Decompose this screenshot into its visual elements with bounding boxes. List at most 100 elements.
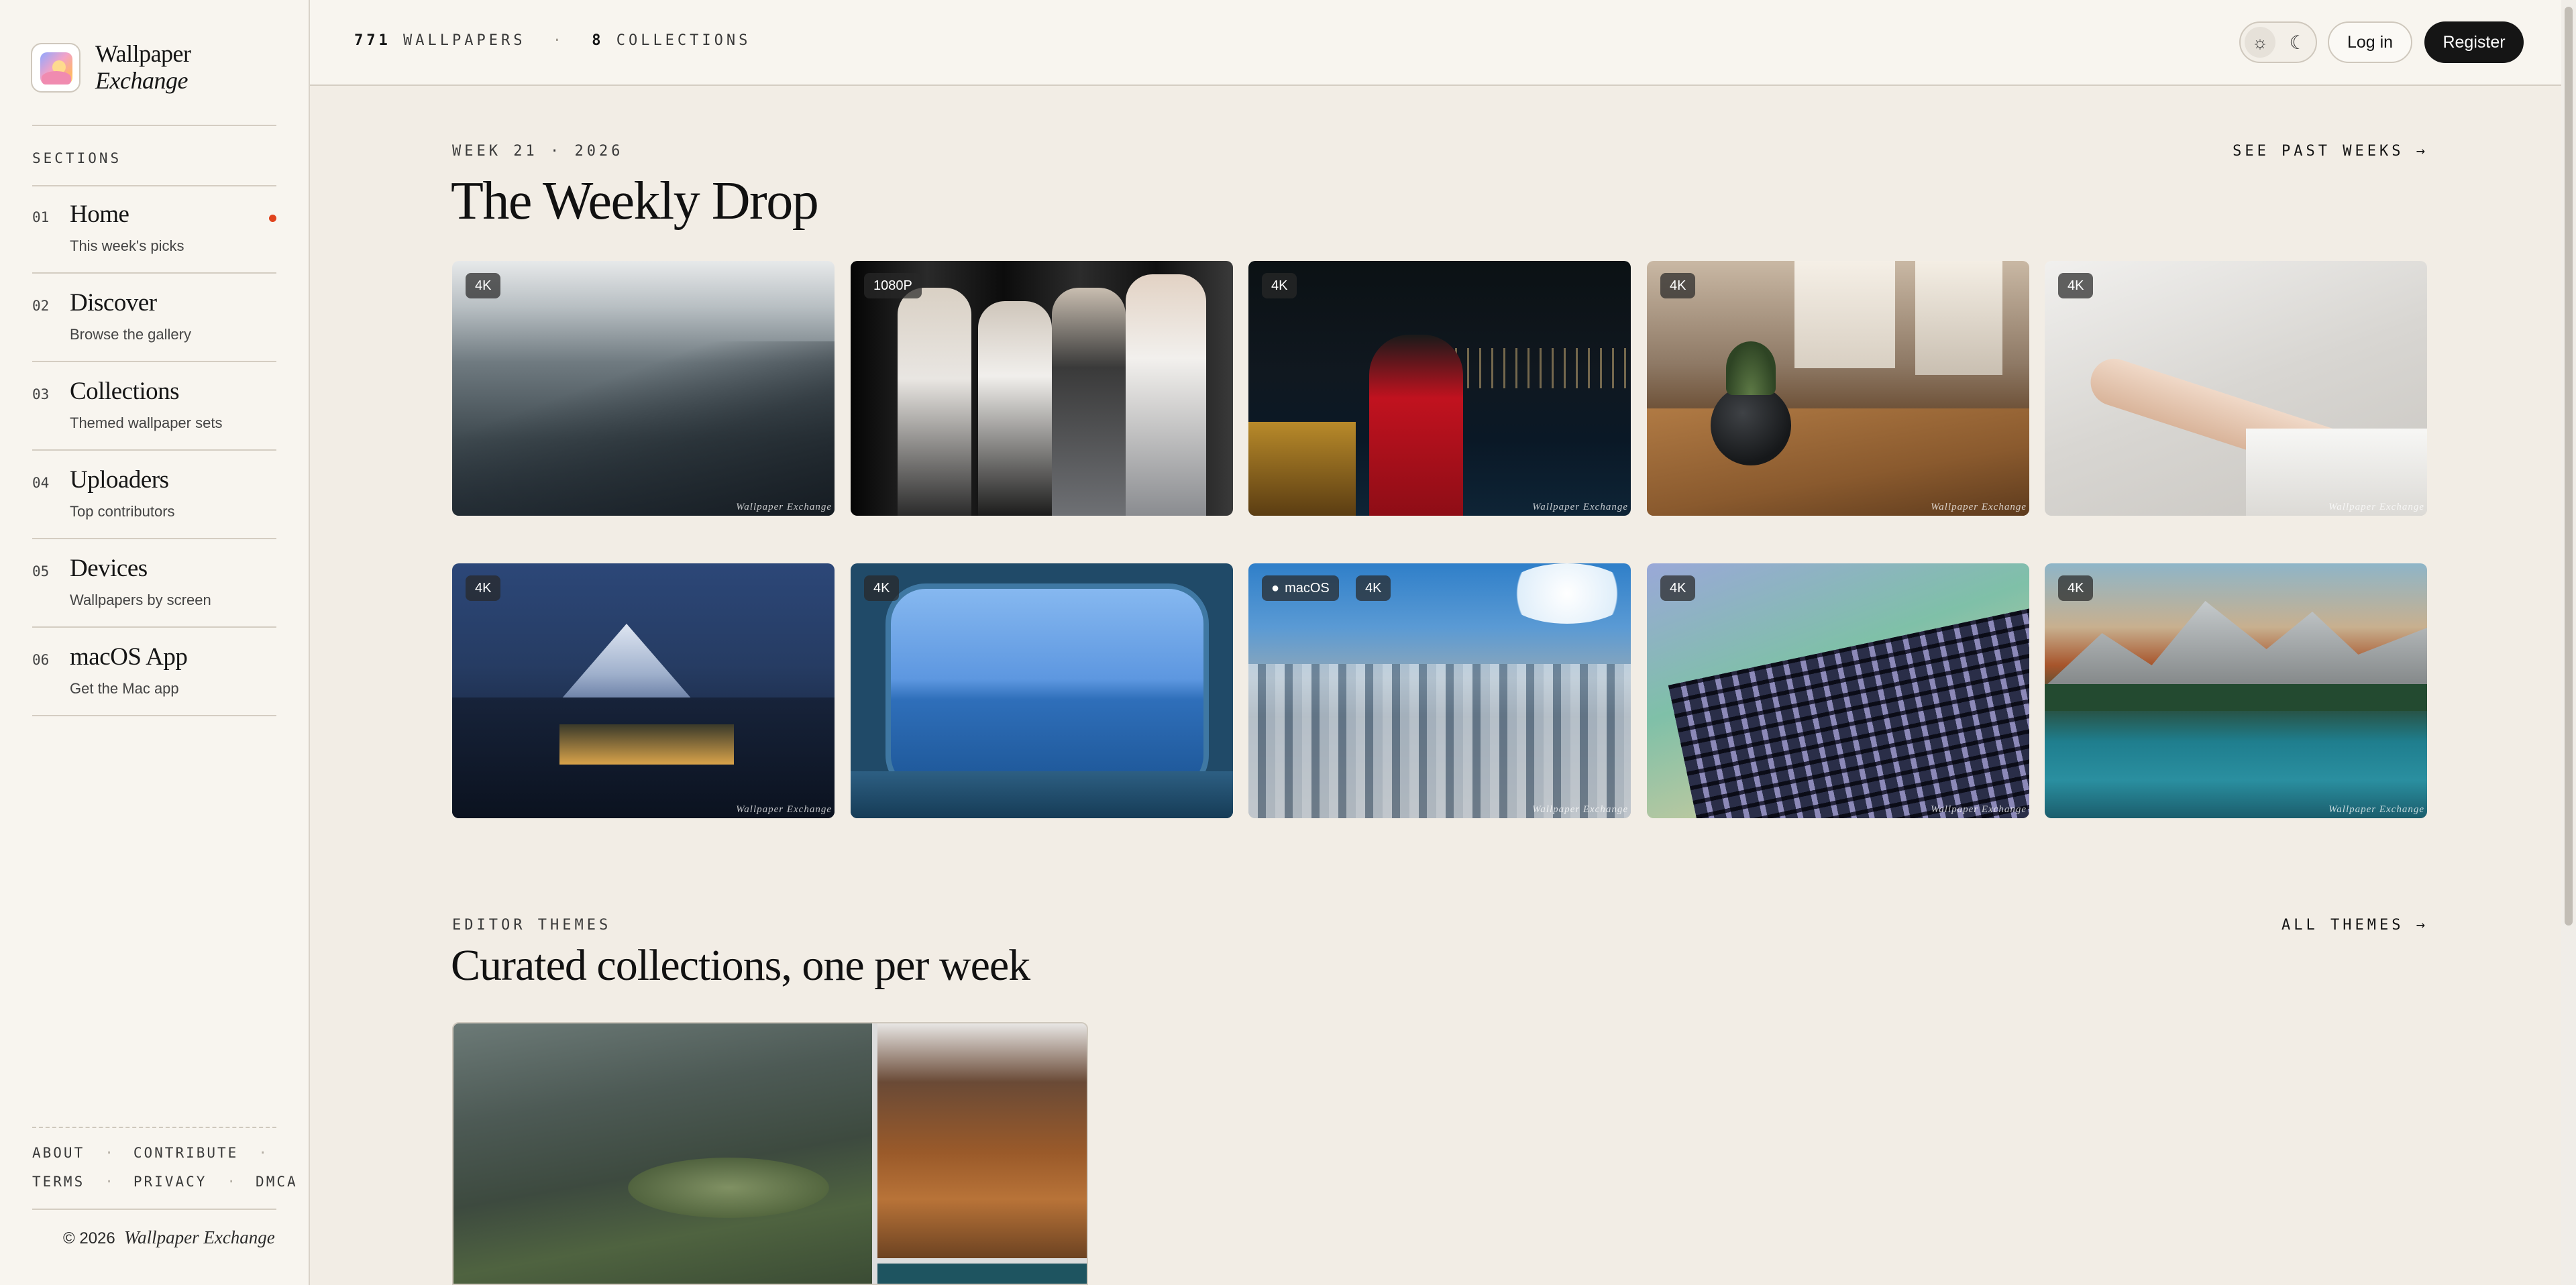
nav-subtitle: Get the Mac app: [70, 680, 179, 697]
copyright: © 2026 Wallpaper Exchange: [63, 1227, 275, 1248]
nav-title: Uploaders: [70, 466, 169, 494]
watermark: Wallpaper Exchange: [1931, 804, 2027, 815]
platform-badge: ● macOS: [1262, 575, 1339, 601]
login-button[interactable]: Log in: [2328, 21, 2412, 63]
wallpaper-card[interactable]: 4K Wallpaper Exchange: [1248, 261, 1631, 516]
nav-number: 05: [32, 563, 50, 579]
watermark: Wallpaper Exchange: [736, 502, 832, 512]
collection-label: COLLECTIONS: [616, 32, 751, 49]
themes-title: Curated collections, one per week: [451, 941, 1030, 990]
nav-subtitle: This week's picks: [70, 237, 184, 254]
wallpaper-label: WALLPAPERS: [403, 32, 526, 49]
sidebar-item-macos-app[interactable]: 06 macOS App Get the Mac app: [32, 628, 276, 716]
brand-line-1: Wallpaper: [95, 40, 191, 67]
sidebar: Wallpaper Exchange SECTIONS 01 Home This…: [0, 0, 310, 1285]
nav-title: Collections: [70, 378, 180, 405]
resolution-badge: 4K: [2058, 273, 2094, 298]
top-bar: 771 WALLPAPERS · 8 COLLECTIONS ☼ ☾ Log i…: [310, 0, 2576, 86]
sidebar-item-home[interactable]: 01 Home This week's picks: [32, 185, 276, 274]
register-button[interactable]: Register: [2424, 21, 2524, 63]
resolution-badge: 4K: [2058, 575, 2094, 601]
wallpaper-card[interactable]: 1080P: [851, 261, 1233, 516]
dmca-link[interactable]: DMCA: [256, 1174, 298, 1190]
watermark: Wallpaper Exchange: [2328, 502, 2424, 512]
nav-subtitle: Wallpapers by screen: [70, 592, 211, 608]
watermark: Wallpaper Exchange: [2328, 804, 2424, 815]
theme-preview-image: [877, 1264, 1087, 1284]
sun-icon[interactable]: ☼: [2245, 27, 2275, 58]
resolution-badge: 4K: [466, 575, 501, 601]
sidebar-item-devices[interactable]: 05 Devices Wallpapers by screen: [32, 539, 276, 628]
resolution-badge: 4K: [864, 575, 900, 601]
copyright-year: © 2026: [63, 1229, 115, 1247]
separator: ·: [105, 1174, 113, 1190]
theme-toggle[interactable]: ☼ ☾: [2239, 21, 2317, 63]
resolution-badge: 4K: [466, 273, 501, 298]
resolution-badge: 4K: [1356, 575, 1391, 601]
about-link[interactable]: ABOUT: [32, 1145, 85, 1161]
nav-title: Discover: [70, 289, 157, 317]
wallpaper-count: 771: [354, 32, 391, 49]
wallpaper-card[interactable]: 4K Wallpaper Exchange: [2045, 261, 2427, 516]
separator: ·: [258, 1145, 267, 1161]
see-past-weeks-link[interactable]: SEE PAST WEEKS →: [2233, 143, 2428, 160]
separator: ·: [552, 32, 565, 49]
separator: ·: [227, 1174, 236, 1190]
brand-line-2: Exchange: [95, 67, 188, 94]
resolution-badge: 4K: [1660, 273, 1696, 298]
watermark: Wallpaper Exchange: [1931, 502, 2027, 512]
wallpaper-card[interactable]: ● macOS 4K Wallpaper Exchange: [1248, 563, 1631, 818]
footer-links-row-1: ABOUT · CONTRIBUTE ·: [32, 1145, 287, 1161]
nav-title: macOS App: [70, 643, 188, 671]
wallpaper-card[interactable]: 4K Wallpaper Exchange: [452, 563, 835, 818]
nav-subtitle: Browse the gallery: [70, 326, 191, 343]
nav-number: 04: [32, 475, 50, 491]
page-scrollbar[interactable]: [2561, 0, 2576, 1285]
contribute-link[interactable]: CONTRIBUTE: [133, 1145, 238, 1161]
platform-label: macOS: [1285, 580, 1330, 596]
divider: [32, 1209, 276, 1210]
active-indicator-dot: [269, 215, 276, 222]
theme-collection-card[interactable]: [452, 1022, 1088, 1285]
privacy-link[interactable]: PRIVACY: [133, 1174, 207, 1190]
moon-icon[interactable]: ☾: [2282, 27, 2313, 58]
all-themes-link[interactable]: ALL THEMES →: [2282, 917, 2428, 934]
sections-label: SECTIONS: [32, 150, 122, 166]
nav-subtitle: Themed wallpaper sets: [70, 414, 223, 431]
watermark: Wallpaper Exchange: [1532, 502, 1628, 512]
wallpaper-card[interactable]: 4K Wallpaper Exchange: [1647, 563, 2029, 818]
sidebar-item-uploaders[interactable]: 04 Uploaders Top contributors: [32, 451, 276, 539]
copyright-brand: Wallpaper Exchange: [124, 1227, 275, 1247]
resolution-badge: 4K: [1660, 575, 1696, 601]
wallpaper-card[interactable]: 4K: [851, 563, 1233, 818]
wallpaper-card[interactable]: 4K Wallpaper Exchange: [1647, 261, 2029, 516]
resolution-badge: 4K: [1262, 273, 1297, 298]
footer-divider: [32, 1127, 276, 1128]
sidebar-item-discover[interactable]: 02 Discover Browse the gallery: [32, 274, 276, 362]
sidebar-item-collections[interactable]: 03 Collections Themed wallpaper sets: [32, 362, 276, 451]
terms-link[interactable]: TERMS: [32, 1174, 85, 1190]
separator: ·: [105, 1145, 113, 1161]
scrollbar-thumb[interactable]: [2565, 7, 2573, 926]
nav-title: Devices: [70, 555, 148, 582]
nav-subtitle: Top contributors: [70, 503, 175, 520]
themes-eyebrow: EDITOR THEMES: [452, 917, 612, 934]
logo-icon[interactable]: [31, 43, 80, 93]
week-eyebrow: WEEK 21 · 2026: [452, 143, 624, 160]
divider: [32, 125, 276, 126]
theme-cover-image: [453, 1023, 872, 1284]
brand-name[interactable]: Wallpaper Exchange: [95, 40, 191, 94]
nav-number: 03: [32, 386, 50, 402]
collection-count: 8: [592, 32, 604, 49]
footer-links-row-2: TERMS · PRIVACY · DMCA: [32, 1174, 298, 1190]
nav-number: 06: [32, 652, 50, 668]
nav-title: Home: [70, 201, 129, 228]
wallpaper-card[interactable]: 4K Wallpaper Exchange: [452, 261, 835, 516]
nav-number: 01: [32, 209, 50, 225]
weekly-drop-title: The Weekly Drop: [451, 172, 819, 231]
resolution-badge: 1080P: [864, 273, 922, 298]
nav-number: 02: [32, 298, 50, 314]
site-stats: 771 WALLPAPERS · 8 COLLECTIONS: [354, 32, 751, 49]
watermark: Wallpaper Exchange: [736, 804, 832, 815]
wallpaper-card[interactable]: 4K Wallpaper Exchange: [2045, 563, 2427, 818]
